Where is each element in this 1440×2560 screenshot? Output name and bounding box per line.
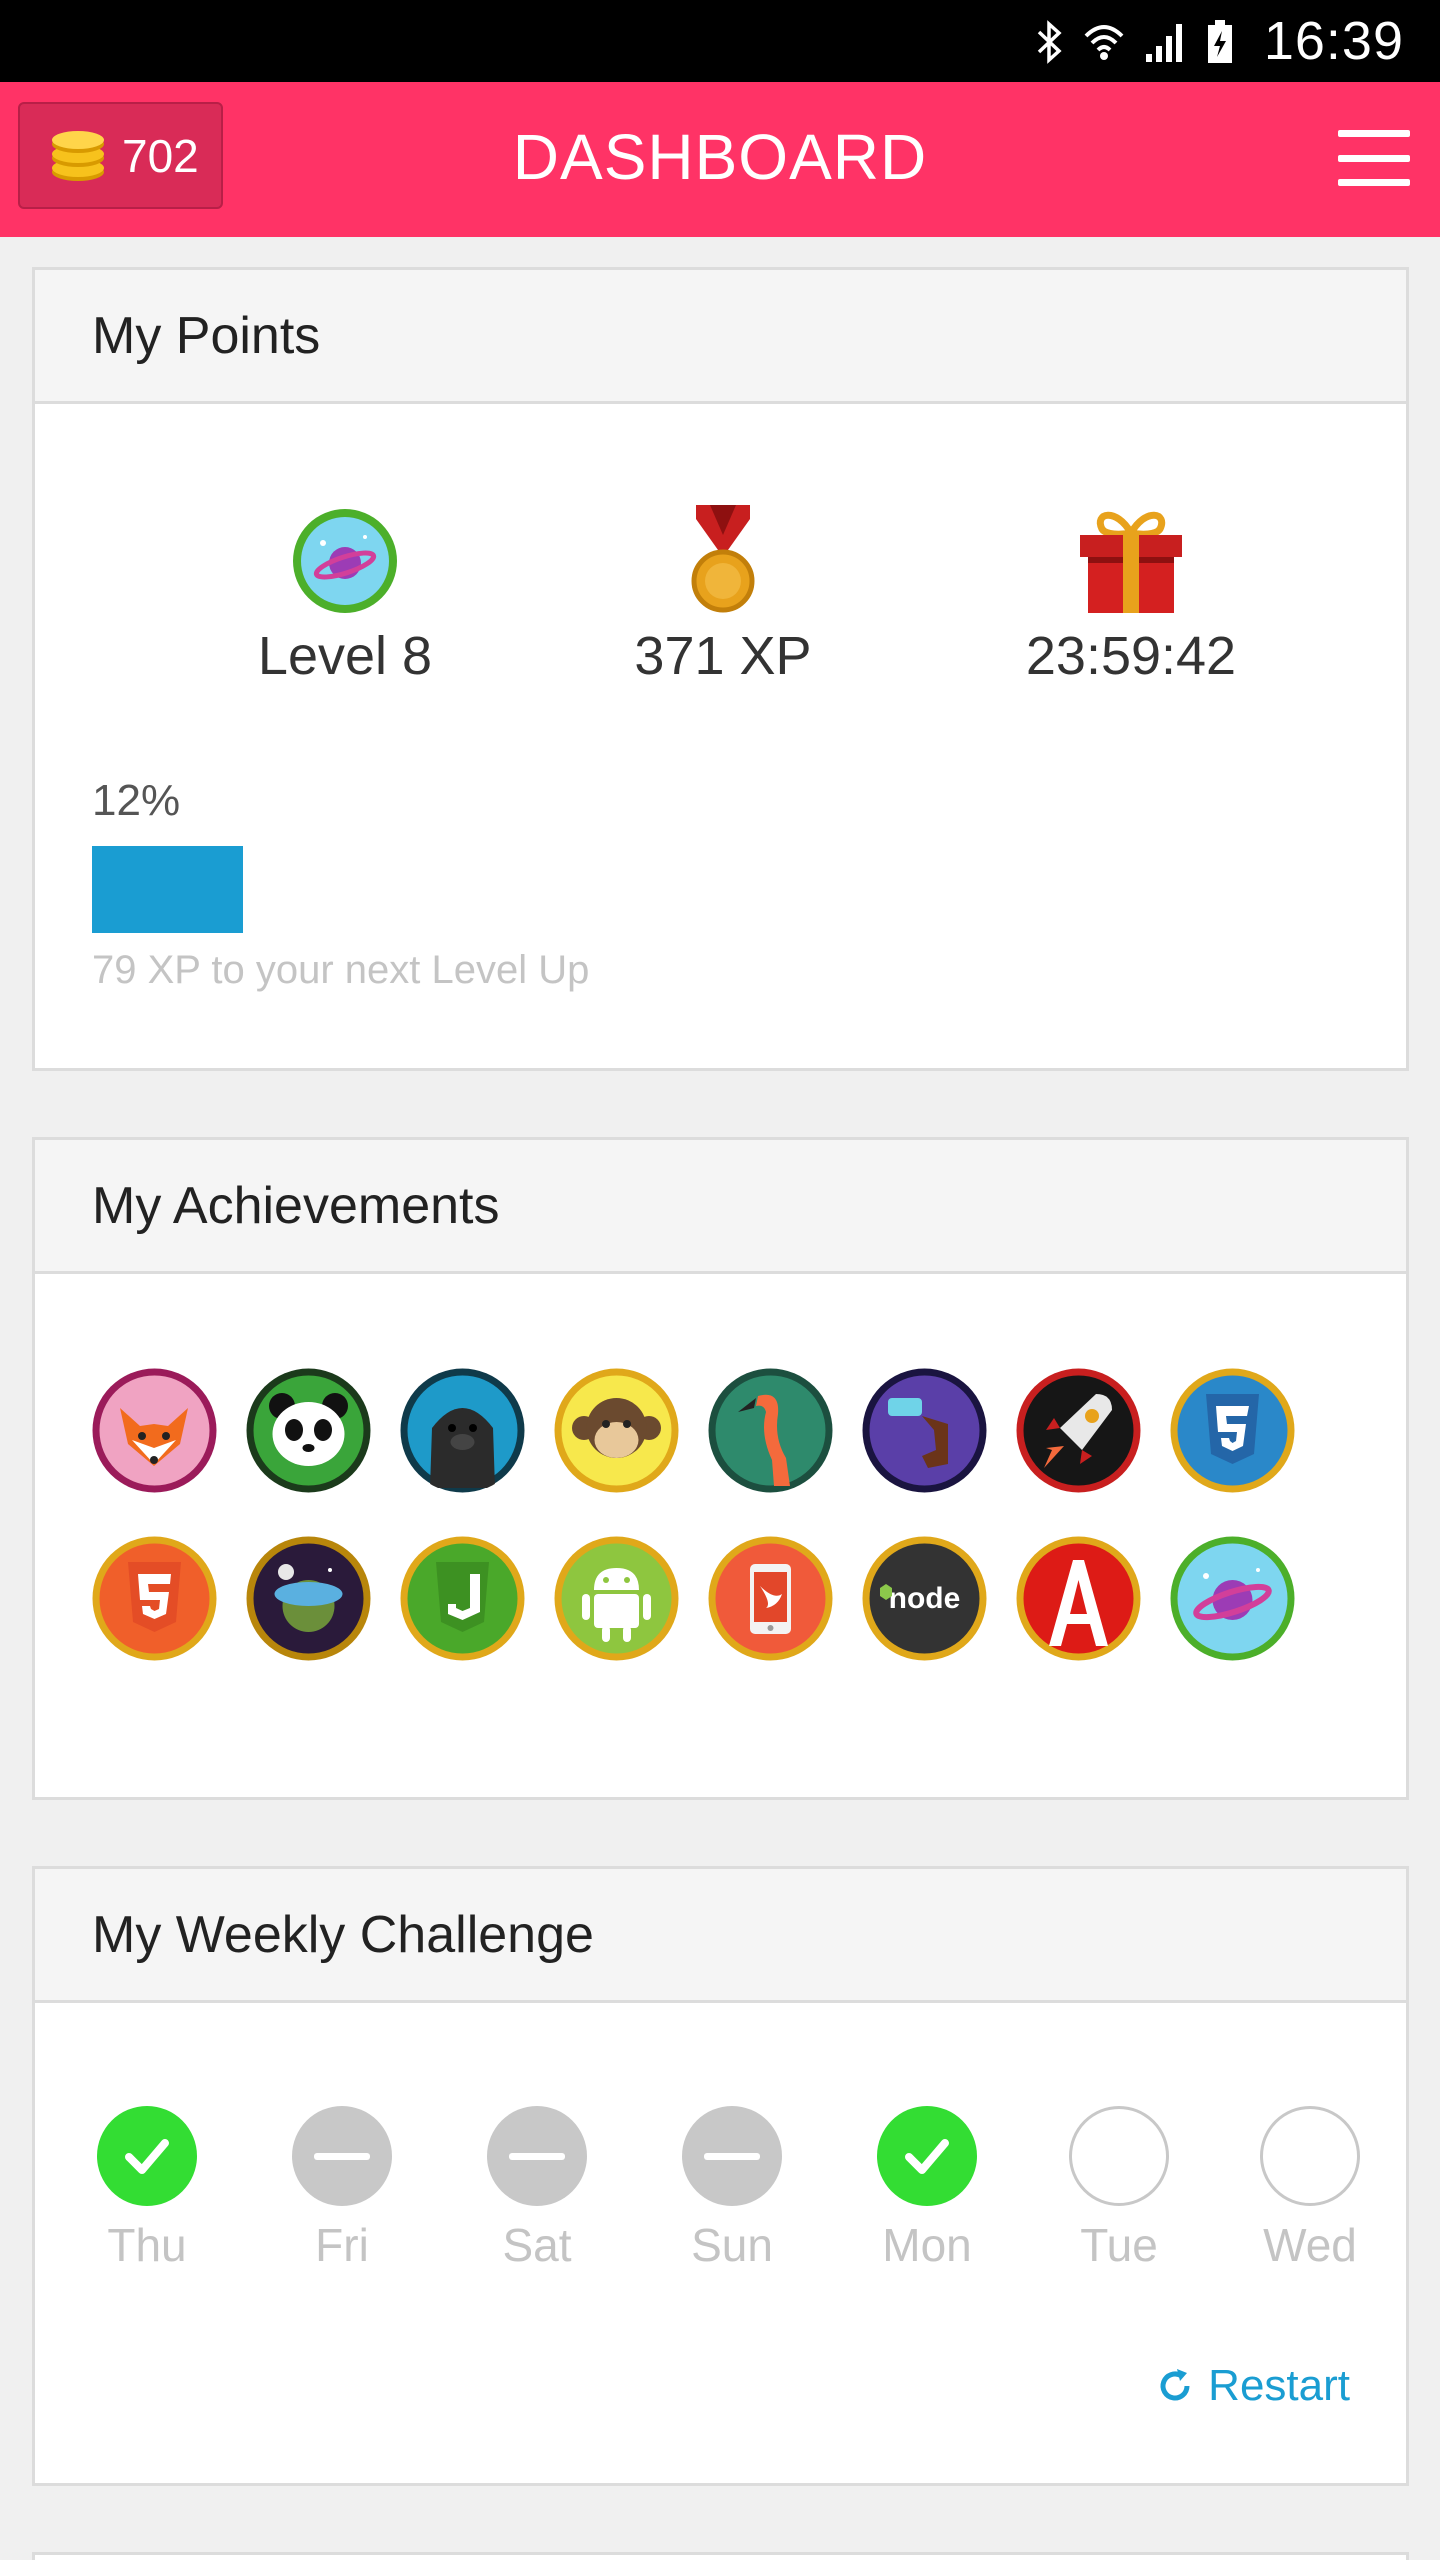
day-sat: Sat	[482, 2106, 592, 2272]
weekly-days: Thu Fri Sat Sun Mon Tue Wed	[35, 2106, 1412, 2306]
android-badge[interactable]	[554, 1536, 679, 1661]
robot-arm-badge[interactable]	[862, 1368, 987, 1493]
status-bar: 16:39	[0, 0, 1440, 82]
hamburger-menu-icon[interactable]	[1338, 130, 1410, 186]
points-card: My Points Level 8 371 XP 23:59:42 12% 79…	[32, 267, 1409, 1071]
fox-badge[interactable]	[92, 1368, 217, 1493]
panda-badge[interactable]	[246, 1368, 371, 1493]
flamingo-badge[interactable]	[708, 1368, 833, 1493]
level-progress-bar	[92, 846, 1352, 933]
nasa-badge[interactable]	[246, 1536, 371, 1661]
seal-badge[interactable]	[400, 1368, 525, 1493]
progress-percent: 12%	[92, 776, 181, 825]
day-sun: Sun	[677, 2106, 787, 2272]
medal-icon	[691, 505, 755, 613]
angular-badge[interactable]	[1016, 1536, 1141, 1661]
day-label: Tue	[1080, 2219, 1158, 2271]
page-title: DASHBOARD	[512, 121, 928, 193]
html5-badge[interactable]	[92, 1536, 217, 1661]
app-bar: 702 DASHBOARD	[0, 82, 1440, 237]
points-card-title: My Points	[92, 306, 321, 365]
svg-text:node: node	[889, 1582, 961, 1615]
planet-badge[interactable]	[1170, 1536, 1295, 1661]
javascript-badge[interactable]	[400, 1536, 525, 1661]
signal-icon	[1146, 24, 1182, 62]
timer-stat: 23:59:42	[931, 495, 1331, 687]
achievements-card-header: My Achievements	[35, 1140, 1406, 1274]
monkey-badge[interactable]	[554, 1368, 679, 1493]
day-mon: Mon	[872, 2106, 982, 2272]
day-wed: Wed	[1255, 2106, 1365, 2272]
check-icon	[97, 2106, 197, 2206]
restart-button[interactable]: Restart	[1156, 2361, 1350, 2411]
weekly-challenge-card: My Weekly Challenge Thu Fri Sat Sun Mon Tue We…	[32, 1866, 1409, 2486]
rocket-badge[interactable]	[1016, 1368, 1141, 1493]
empty-circle-icon	[1069, 2106, 1169, 2206]
bluetooth-icon	[1037, 20, 1062, 64]
battery-icon	[1208, 20, 1232, 63]
day-fri: Fri	[287, 2106, 397, 2272]
status-icons	[1034, 18, 1234, 66]
level-planet-icon	[293, 509, 397, 613]
nodejs-badge[interactable]: node	[862, 1536, 987, 1661]
xp-value: 371 XP	[634, 626, 812, 686]
empty-circle-icon	[1260, 2106, 1360, 2206]
wifi-icon	[1084, 25, 1124, 60]
check-icon	[877, 2106, 977, 2206]
gift-icon	[1080, 511, 1182, 613]
next-card-edge	[32, 2552, 1409, 2560]
points-card-header: My Points	[35, 270, 1406, 404]
day-tue: Tue	[1064, 2106, 1174, 2272]
minus-icon	[292, 2106, 392, 2206]
refresh-icon	[1160, 2369, 1190, 2401]
achievements-card-title: My Achievements	[92, 1176, 500, 1235]
day-thu: Thu	[92, 2106, 202, 2272]
swift-badge[interactable]	[708, 1536, 833, 1661]
day-label: Fri	[315, 2219, 369, 2271]
achievements-card: My Achievements node	[32, 1137, 1409, 1800]
badge-grid: node	[92, 1368, 1332, 1661]
progress-note: 79 XP to your next Level Up	[92, 948, 590, 992]
weekly-card-title: My Weekly Challenge	[92, 1905, 594, 1964]
day-label: Mon	[882, 2219, 972, 2271]
weekly-card-header: My Weekly Challenge	[35, 1869, 1406, 2003]
day-label: Thu	[107, 2219, 187, 2271]
minus-icon	[487, 2106, 587, 2206]
day-label: Wed	[1263, 2219, 1357, 2271]
css3-badge[interactable]	[1170, 1368, 1295, 1493]
level-progress-fill	[92, 846, 244, 933]
level-value: Level 8	[257, 626, 433, 686]
restart-label: Restart	[1208, 2361, 1350, 2410]
day-label: Sat	[502, 2219, 572, 2271]
day-label: Sun	[691, 2219, 773, 2271]
xp-stat: 371 XP	[523, 495, 923, 687]
minus-icon	[682, 2106, 782, 2206]
status-time: 16:39	[1263, 11, 1404, 71]
level-stat: Level 8	[145, 495, 545, 687]
reward-timer: 23:59:42	[1025, 626, 1237, 686]
